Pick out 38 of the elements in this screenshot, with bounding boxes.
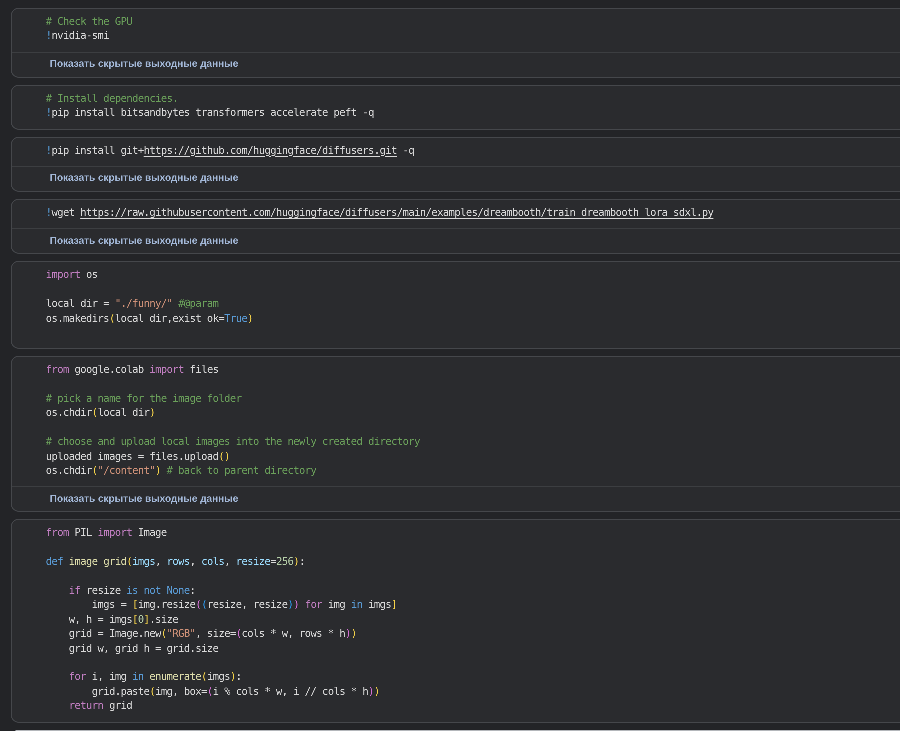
code-line: !nvidia-smi	[46, 29, 110, 44]
code-line: !pip install bitsandbytes transformers accelerate peft -q	[46, 106, 374, 121]
show-hidden-output-button[interactable]: Показать скрытые выходные данные	[50, 172, 239, 186]
code-cell[interactable]: import os local_dir = "./funny/" #@param os.makedirs(local_dir,exist_ok=True)	[11, 261, 900, 350]
show-hidden-output-button[interactable]: Показать скрытые выходные данные	[50, 234, 239, 248]
code-line: # pick a name for the image folder	[46, 392, 242, 406]
code-line: !pip install git+https://github.com/huggingface/diffusers.git -q	[46, 144, 414, 158]
code-cell[interactable]: !pip install git+https://github.com/huggingface/diffusers.git -q Показать скрытые выходные данные	[11, 136, 900, 192]
code-line: for i, img in enumerate(imgs):	[68, 670, 242, 685]
code-line: !wget https://raw.githubusercontent.com/huggingface/diffusers/main/examples/dreambooth/train_dreambooth_lora_sdxl.py	[46, 206, 714, 220]
code-line: # choose and upload local images into the newly created directory	[46, 435, 420, 450]
code-line: grid.paste(img, box=(i % cols * w, i // cols * h))	[91, 684, 380, 700]
show-hidden-output-button[interactable]: Показать скрытые выходные данные	[50, 58, 239, 72]
code-line: grid_w, grid_h = grid.size	[68, 642, 219, 656]
code-line: local_dir = "./funny/" #@param	[46, 297, 219, 312]
code-line: grid = Image.new("RGB", size=(cols * w, rows * h))	[68, 627, 357, 642]
code-line: uploaded_images = files.upload()	[46, 450, 230, 464]
code-line: # Install dependencies.	[46, 92, 178, 106]
code-line: w, h = imgs[0].size	[68, 612, 178, 628]
code-line: # Check the GPU	[46, 15, 132, 30]
url-link[interactable]: https://raw.githubusercontent.com/huggingface/diffusers/main/examples/dreambooth/train_dreambooth_lora_sdxl.py	[80, 206, 714, 219]
code-cell[interactable]	[11, 519, 900, 722]
show-hidden-output-button[interactable]: Показать скрытые выходные данные	[50, 492, 239, 506]
code-line: os.makedirs(local_dir,exist_ok=True)	[46, 312, 254, 326]
code-line: from google.colab import files	[46, 363, 219, 378]
code-line: os.chdir("/content") # back to parent directory	[46, 464, 317, 478]
code-cell[interactable]: # Check the GPU !nvidia-smi Показать скрытые выходные данные	[11, 8, 900, 78]
code-line: return grid	[68, 699, 132, 714]
code-cell[interactable]: !wget https://raw.githubusercontent.com/huggingface/diffusers/main/examples/dreambooth/train_dreambooth_lora_sdxl.py Показать скрытые выходные данные	[11, 198, 900, 254]
code-line: from PIL import Image	[46, 526, 167, 541]
code-cell[interactable]	[11, 356, 900, 512]
code-line: os.chdir(local_dir)	[46, 406, 156, 421]
code-line: imgs = [img.resize((resize, resize)) for img in imgs]	[91, 598, 398, 613]
code-cell[interactable]: # Install dependencies. !pip install bitsandbytes transformers accelerate peft -q	[11, 84, 900, 130]
code-line: import os	[46, 268, 98, 283]
code-line: if resize is not None:	[68, 584, 196, 598]
url-link[interactable]: https://github.com/huggingface/diffusers.git	[144, 144, 398, 157]
code-line: def image_grid(imgs, rows, cols, resize=256):	[46, 555, 306, 570]
